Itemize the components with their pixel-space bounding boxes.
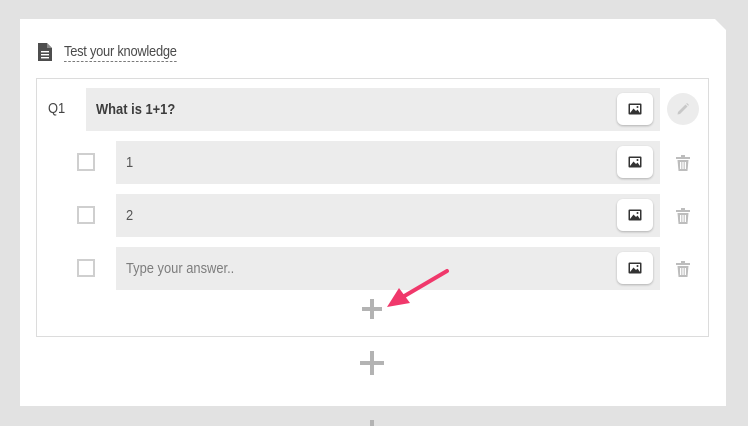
new-answer-image-button[interactable]: [617, 252, 653, 284]
document-icon: [38, 43, 52, 61]
delete-new-answer-trash-icon[interactable]: [676, 261, 690, 277]
pencil-icon: [677, 103, 689, 115]
delete-answer-2-trash-icon[interactable]: [676, 208, 690, 224]
question-text: What is 1+1?: [96, 101, 176, 118]
add-answer-plus-icon[interactable]: [362, 299, 382, 319]
question-image-button[interactable]: [617, 93, 653, 125]
answer-1-checkbox[interactable]: [77, 153, 95, 171]
answer-2-checkbox[interactable]: [77, 206, 95, 224]
image-icon: [628, 209, 642, 221]
edit-question-button[interactable]: [667, 93, 699, 125]
answer-2-field[interactable]: 2: [116, 194, 660, 237]
question-field[interactable]: What is 1+1?: [86, 88, 660, 131]
question-number: Q1: [48, 100, 66, 117]
answer-2-text: 2: [126, 207, 134, 224]
quiz-card: Test your knowledge Q1 What is 1+1? 1 2 …: [20, 19, 726, 406]
new-answer-checkbox[interactable]: [77, 259, 95, 277]
card-fold-corner: [715, 19, 726, 30]
add-question-plus-icon[interactable]: [360, 351, 384, 375]
answer-2-image-button[interactable]: [617, 199, 653, 231]
question-block: Q1 What is 1+1? 1 2 Type your answer..: [36, 78, 709, 337]
answer-1-text: 1: [126, 154, 134, 171]
new-answer-placeholder: Type your answer..: [126, 260, 235, 277]
image-icon: [628, 103, 642, 115]
quiz-title-row: Test your knowledge: [38, 39, 195, 65]
image-icon: [628, 262, 642, 274]
delete-answer-1-trash-icon[interactable]: [676, 155, 690, 171]
answer-1-field[interactable]: 1: [116, 141, 660, 184]
answer-1-image-button[interactable]: [617, 146, 653, 178]
add-section-plus-icon[interactable]: [360, 420, 384, 426]
image-icon: [628, 156, 642, 168]
annotation-arrow-icon: [387, 269, 449, 307]
quiz-title[interactable]: Test your knowledge: [64, 43, 177, 62]
